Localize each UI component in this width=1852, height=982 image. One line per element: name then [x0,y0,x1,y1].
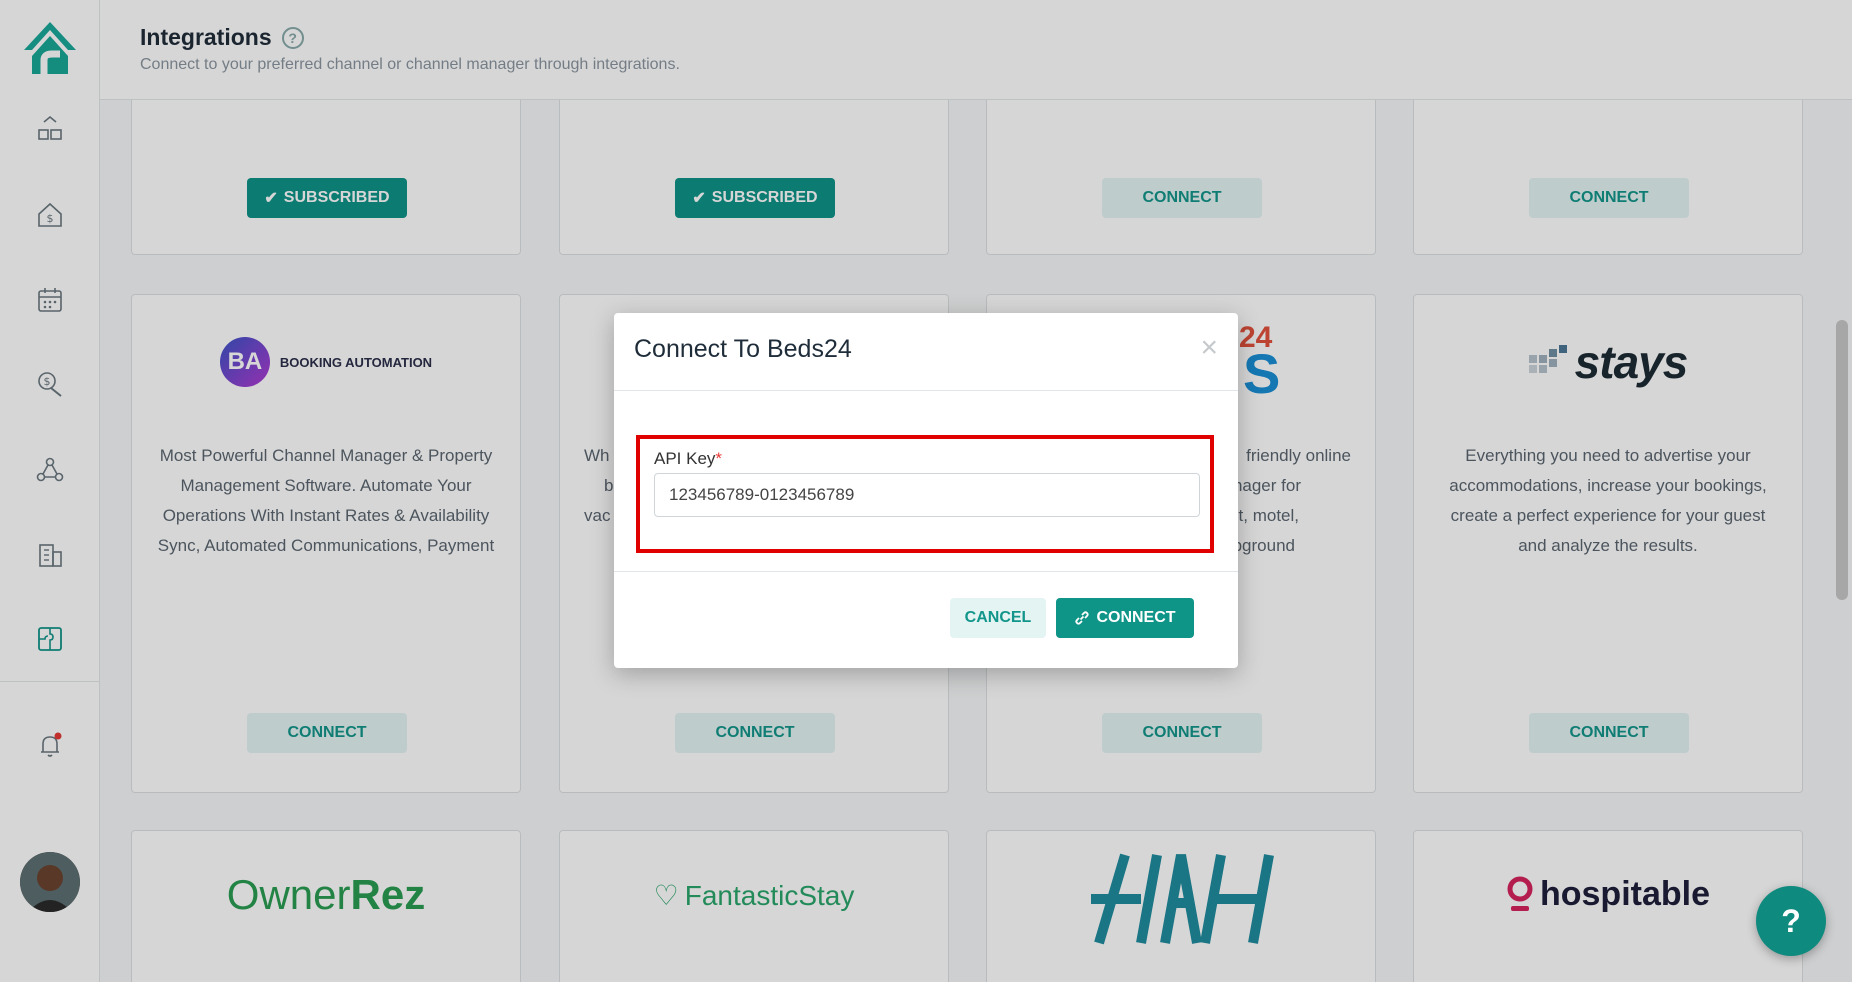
link-icon [1075,611,1090,625]
api-key-input[interactable] [654,473,1200,517]
connect-button[interactable]: CONNECT [1056,598,1194,638]
help-button[interactable]: ? [1756,886,1826,956]
modal-title: Connect To Beds24 [634,335,852,363]
cancel-button[interactable]: CANCEL [950,598,1046,638]
modal-header: Connect To Beds24 × [614,313,1238,391]
api-key-label-text: API Key [654,449,716,468]
close-icon[interactable]: × [1200,333,1218,363]
connect-button-label: CONNECT [1096,609,1176,626]
api-key-label: API Key* [654,449,722,469]
connect-modal: Connect To Beds24 × API Key* CANCEL CONN… [614,313,1238,668]
required-mark: * [715,449,723,468]
modal-footer: CANCEL CONNECT [614,571,1238,668]
